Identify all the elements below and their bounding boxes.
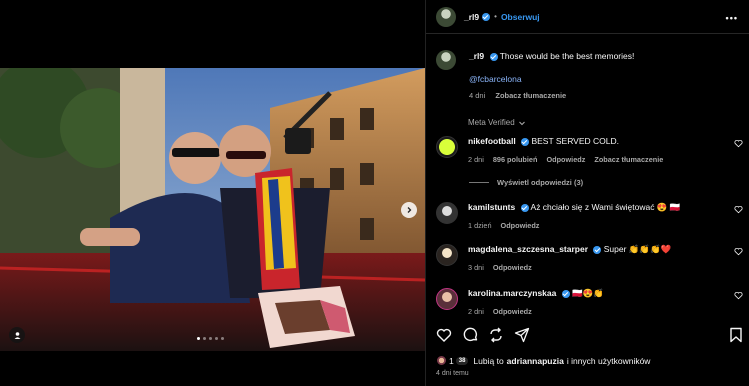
meta-verified-label: Meta Verified [468, 118, 515, 127]
chevron-down-icon [518, 121, 525, 125]
reply-button[interactable]: Odpowiedz [493, 307, 532, 316]
caption-translate-link[interactable]: Zobacz tłumaczenie [495, 91, 566, 100]
comment-age: 3 dni [468, 263, 484, 272]
comment-age: 2 dni [468, 307, 484, 316]
likes-summary[interactable]: 1 38 Lubią to adriannapuzia i innych uży… [436, 355, 650, 366]
carousel-indicator [197, 337, 224, 340]
post-side-panel: _rl9 • Obserwuj ••• _rl9 Those would be … [425, 0, 749, 386]
verified-badge-icon [521, 137, 530, 146]
carousel-dot [209, 337, 212, 340]
comment-text: Super 👏👏👏❤️ [603, 244, 672, 254]
author-avatar[interactable] [436, 6, 456, 27]
verified-badge-icon [482, 12, 491, 21]
bookmark-icon[interactable] [729, 327, 743, 343]
more-horizontal-icon[interactable]: ••• [726, 13, 738, 23]
follow-button[interactable]: Obserwuj [501, 12, 540, 22]
carousel-dot [203, 337, 206, 340]
separator-dot: • [494, 12, 497, 21]
post-timestamp[interactable]: 4 dni temu [436, 370, 469, 377]
flag-emoji: 🇵🇱 [669, 202, 681, 212]
reply-button[interactable]: Odpowiedz [546, 155, 585, 164]
comment-text: BEST SERVED COLD. [531, 136, 620, 146]
liker-avatar [436, 355, 447, 366]
commenter-avatar[interactable] [436, 288, 458, 310]
carousel-dot [221, 337, 224, 340]
share-send-icon[interactable] [514, 327, 530, 343]
commenter-avatar[interactable] [436, 244, 458, 266]
replies-divider [469, 182, 489, 183]
author-username[interactable]: _rl9 [464, 12, 479, 22]
heart-icon[interactable] [734, 247, 743, 256]
liker-count-prefix: 1 [449, 355, 454, 366]
view-replies-label: Wyświetl odpowiedzi (3) [497, 178, 584, 187]
comment-age: 1 dzień [468, 221, 492, 230]
post-photo[interactable] [0, 68, 425, 351]
verified-badge-icon [593, 245, 602, 254]
carousel-dot [197, 337, 200, 340]
post-media [0, 0, 425, 386]
commenter-username[interactable]: kamilstunts [468, 202, 515, 212]
comment-bubble-icon[interactable] [463, 327, 479, 343]
caption-text: Those would be the best memories! [499, 51, 635, 61]
heart-icon[interactable] [734, 205, 743, 214]
comment-item: nikefootball BEST SERVED COLD. 2 dni 896… [436, 136, 746, 164]
carousel-dot [215, 337, 218, 340]
commenter-avatar[interactable] [436, 202, 458, 224]
likes-text-after: i innych użytkowników [566, 355, 651, 366]
post-caption: _rl9 Those would be the best memories! @… [436, 50, 736, 102]
chevron-right-icon [407, 207, 412, 213]
caption-mention-link[interactable]: @fcbarcelona [469, 74, 522, 84]
carousel-next-button[interactable] [401, 202, 417, 218]
user-icon [14, 331, 20, 339]
likes-text-before: Lubią to [473, 355, 504, 366]
instagram-post-modal: _rl9 • Obserwuj ••• _rl9 Those would be … [0, 0, 749, 386]
comment-text: Aż chciało się z Wami świętować 😍 [530, 202, 668, 212]
comment-item: magdalena_szczesna_starper Super 👏👏👏❤️ 3… [436, 244, 746, 272]
commenter-username[interactable]: nikefootball [468, 136, 516, 146]
verified-badge-icon [489, 52, 498, 61]
comment-item: karolina.marczynskaa 🇵🇱😍👏 2 dni Odpowied… [436, 288, 746, 316]
comment-age: 2 dni [468, 155, 484, 164]
post-header: _rl9 • Obserwuj ••• [426, 0, 749, 34]
commenter-avatar[interactable] [436, 136, 458, 158]
liker-count-badge: 38 [455, 356, 469, 365]
photo-illustration [0, 68, 425, 351]
translate-link[interactable]: Zobacz tłumaczenie [594, 155, 663, 164]
caption-age: 4 dni [469, 91, 486, 100]
likes-user[interactable]: adriannapuzia [507, 356, 564, 366]
repost-icon[interactable] [488, 327, 504, 343]
verified-badge-icon [561, 289, 570, 298]
comment-likes[interactable]: 896 polubień [493, 155, 538, 164]
tagged-users-button[interactable] [9, 327, 25, 343]
verified-badge-icon [520, 203, 529, 212]
comment-item: kamilstunts Aż chciało się z Wami święto… [436, 202, 746, 230]
comment-text: 🇵🇱😍👏 [572, 288, 604, 298]
like-heart-icon[interactable] [436, 327, 452, 343]
meta-verified-toggle[interactable]: Meta Verified [468, 118, 526, 127]
reply-button[interactable]: Odpowiedz [501, 221, 540, 230]
heart-icon[interactable] [734, 291, 743, 300]
caption-author[interactable]: _rl9 [469, 51, 484, 61]
view-replies-button[interactable]: Wyświetl odpowiedzi (3) [469, 178, 583, 187]
commenter-username[interactable]: karolina.marczynskaa [468, 288, 556, 298]
caption-author-avatar[interactable] [436, 50, 456, 70]
post-actions-bar [436, 327, 743, 345]
heart-icon[interactable] [734, 139, 743, 148]
commenter-username[interactable]: magdalena_szczesna_starper [468, 244, 588, 254]
reply-button[interactable]: Odpowiedz [493, 263, 532, 272]
